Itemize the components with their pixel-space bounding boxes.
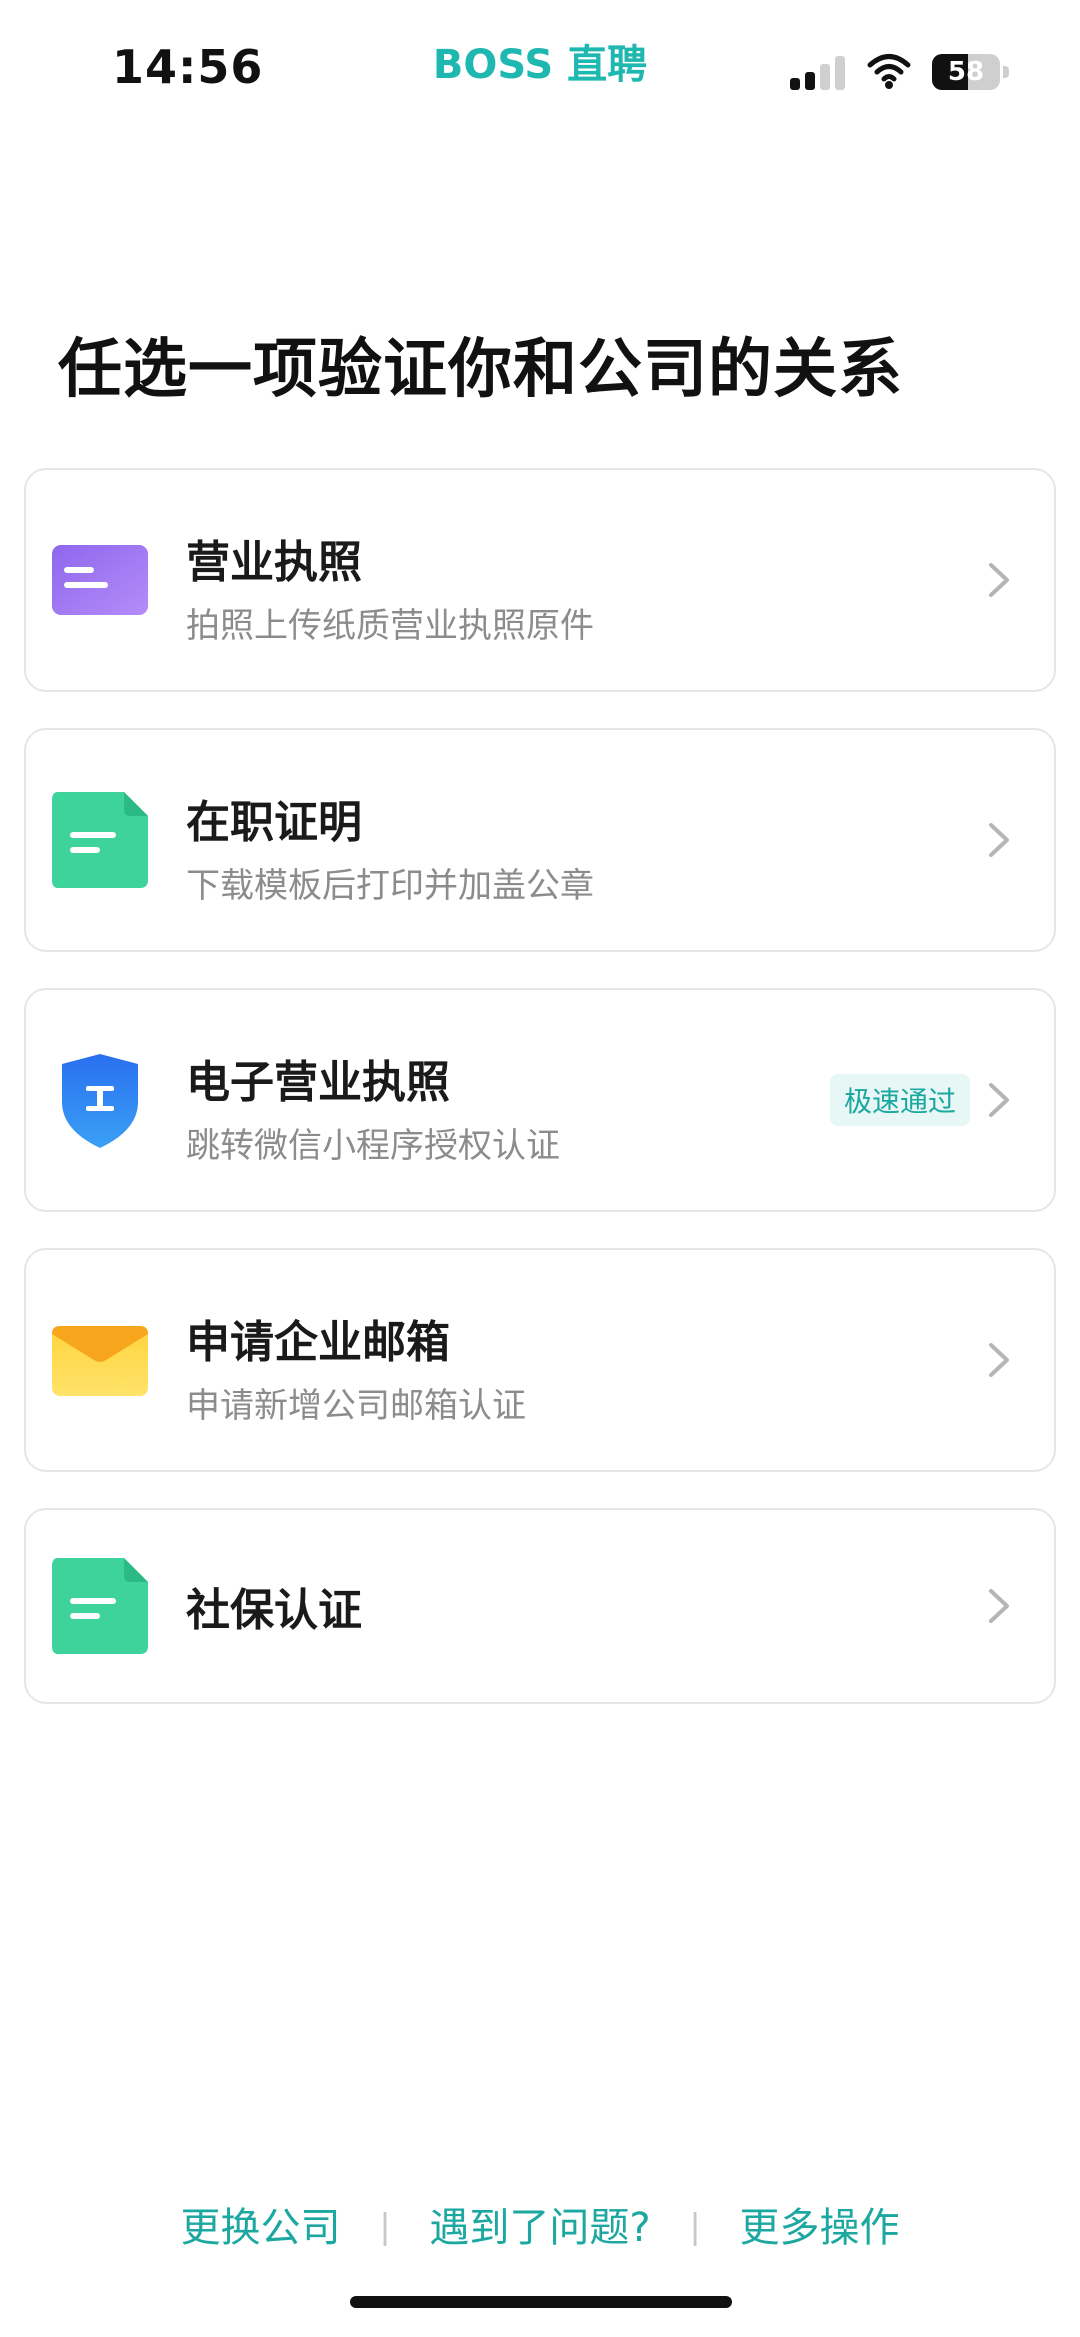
problem-link[interactable]: 遇到了问题?: [429, 2195, 650, 2253]
fast-pass-badge: 极速通过: [829, 1074, 970, 1126]
chevron-right-icon: [984, 1584, 1014, 1628]
envelope-icon: [50, 1310, 150, 1410]
wifi-icon: [866, 52, 912, 90]
more-actions-link[interactable]: 更多操作: [740, 2195, 900, 2253]
option-electronic-business-license[interactable]: 电子营业执照 跳转微信小程序授权认证 极速通过: [24, 988, 1056, 1212]
battery-level: 58: [947, 57, 985, 87]
battery-icon: 58: [932, 54, 1000, 90]
page-title: 任选一项验证你和公司的关系: [58, 333, 903, 407]
option-subtitle: 申请新增公司邮箱认证: [186, 1386, 526, 1426]
status-bar: 14:56 BOSS 直聘 58: [0, 0, 1080, 130]
divider: |: [379, 2207, 391, 2247]
divider: |: [689, 2207, 701, 2247]
brand-logo: BOSS 直聘: [432, 42, 648, 88]
document-icon: [50, 1556, 150, 1656]
option-title: 营业执照: [186, 537, 362, 588]
option-social-insurance[interactable]: 社保认证: [24, 1508, 1056, 1704]
option-subtitle: 跳转微信小程序授权认证: [186, 1126, 560, 1166]
battery-tip: [1003, 66, 1009, 78]
signal-icon: [790, 56, 850, 90]
chevron-right-icon: [984, 818, 1014, 862]
option-title: 在职证明: [186, 797, 362, 848]
change-company-link[interactable]: 更换公司: [180, 2195, 340, 2253]
chevron-right-icon: [984, 558, 1014, 602]
option-subtitle: 下载模板后打印并加盖公章: [186, 866, 594, 906]
option-title: 社保认证: [186, 1585, 362, 1636]
document-icon: [50, 790, 150, 890]
option-title: 电子营业执照: [186, 1057, 450, 1108]
option-title: 申请企业邮箱: [186, 1317, 450, 1368]
verification-options: 营业执照 拍照上传纸质营业执照原件 在职证明 下载模板后打印并加盖公章 电子营业…: [24, 468, 1056, 1740]
footer-links: 更换公司 | 遇到了问题? | 更多操作: [0, 2195, 1080, 2253]
home-indicator[interactable]: [350, 2296, 732, 2308]
chevron-right-icon: [984, 1338, 1014, 1382]
option-employment-certificate[interactable]: 在职证明 下载模板后打印并加盖公章: [24, 728, 1056, 952]
option-subtitle: 拍照上传纸质营业执照原件: [186, 606, 594, 646]
chevron-right-icon: [984, 1078, 1014, 1122]
option-business-license[interactable]: 营业执照 拍照上传纸质营业执照原件: [24, 468, 1056, 692]
option-enterprise-email[interactable]: 申请企业邮箱 申请新增公司邮箱认证: [24, 1248, 1056, 1472]
business-license-icon: [50, 530, 150, 630]
shield-icon: [50, 1050, 150, 1150]
